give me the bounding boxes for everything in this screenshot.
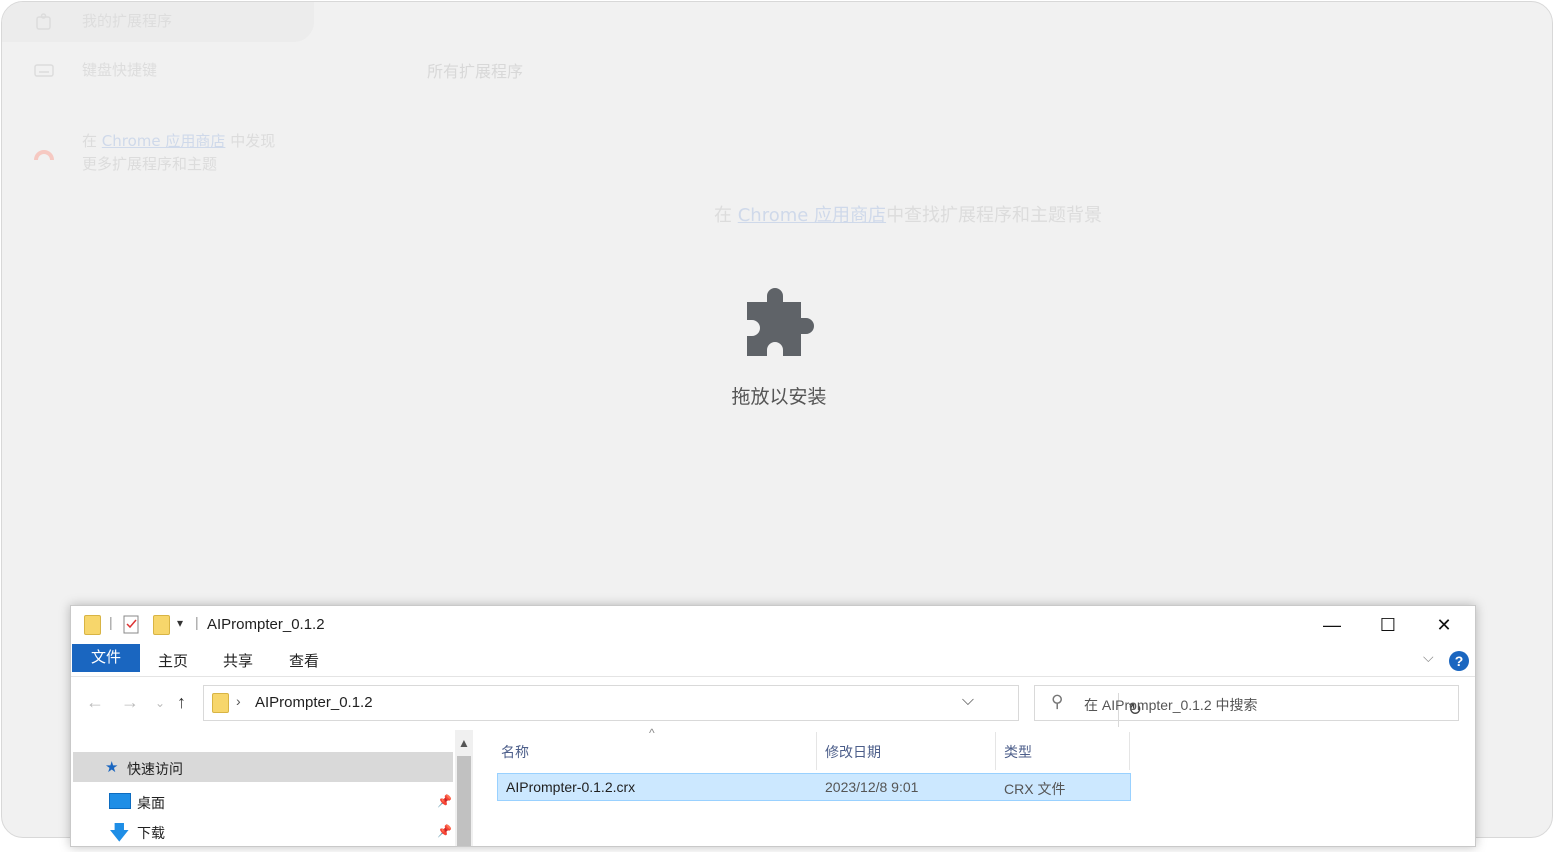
section-title: 所有扩展程序 — [427, 62, 524, 81]
pin-icon[interactable]: 📌 — [437, 794, 452, 808]
close-button[interactable]: ✕ — [1422, 610, 1466, 640]
tab-share[interactable]: 共享 — [223, 650, 253, 671]
search-placeholder: 在 AIPrompter_0.1.2 中搜索 — [1084, 697, 1258, 713]
window-title: AIPrompter_0.1.2 — [207, 616, 325, 633]
column-header-type[interactable]: 类型 — [1004, 742, 1032, 762]
properties-icon[interactable] — [123, 614, 140, 639]
find-suffix: 中查找扩展程序和主题背景 — [886, 205, 1103, 226]
file-type: CRX 文件 — [1004, 781, 1066, 797]
address-path: AIPrompter_0.1.2 — [255, 694, 373, 711]
scroll-thumb[interactable] — [457, 756, 471, 846]
star-icon: ★ — [105, 759, 119, 776]
keyboard-icon — [34, 62, 54, 78]
webstore-find-link[interactable]: Chrome 应用商店 — [738, 205, 886, 226]
nav-item-label: 桌面 — [137, 795, 165, 811]
expand-ribbon-icon[interactable]: ⌵ — [1423, 649, 1434, 666]
file-explorer-window: | ▾ | AIPrompter_0.1.2 — ☐ ✕ 文件 主页 共享 查看… — [70, 605, 1476, 847]
nav-item-downloads[interactable]: 🡇 下载 📌 — [71, 818, 452, 844]
webstore-link[interactable]: Chrome 应用商店 — [102, 132, 226, 150]
file-modified: 2023/12/8 9:01 — [825, 779, 919, 795]
tab-file[interactable]: 文件 — [72, 644, 140, 672]
recent-locations-icon[interactable]: ⌄ — [155, 696, 165, 710]
sidebar-item-label: 我的扩展程序 — [82, 12, 173, 30]
address-bar[interactable]: › AIPrompter_0.1.2 ⌵ ↻ — [203, 685, 1142, 727]
tab-home[interactable]: 主页 — [158, 650, 188, 671]
explorer-titlebar: | ▾ | AIPrompter_0.1.2 — ☐ ✕ — [71, 606, 1475, 644]
file-name: AIPrompter-0.1.2.crx — [506, 779, 636, 795]
download-icon: 🡇 — [109, 822, 130, 844]
column-divider[interactable] — [816, 732, 817, 770]
scroll-up-icon[interactable]: ▲ — [458, 736, 470, 750]
webstore-promo: 在 Chrome 应用商店 中发现 更多扩展程序和主题 — [82, 130, 275, 176]
sidebar-item-keyboard-shortcuts[interactable]: 键盘快捷键 — [34, 59, 157, 80]
sidebar-item-label: 键盘快捷键 — [82, 61, 158, 79]
promo-line2: 更多扩展程序和主题 — [82, 155, 218, 173]
column-header-name[interactable]: 名称 — [501, 742, 529, 762]
sort-ascending-icon: ^ — [649, 726, 655, 740]
find-extensions-text: 在 Chrome 应用商店中查找扩展程序和主题背景 — [714, 201, 1102, 227]
pin-icon[interactable]: 📌 — [437, 824, 452, 838]
promo-prefix: 在 — [82, 132, 98, 150]
webstore-icon — [34, 146, 54, 161]
minimize-button[interactable]: — — [1310, 610, 1354, 640]
nav-scrollbar[interactable]: ▲ — [455, 730, 473, 846]
up-arrow-icon[interactable]: ↑ — [177, 692, 186, 713]
folder-icon — [212, 693, 229, 713]
chevron-right-icon: › — [236, 693, 241, 709]
tab-view[interactable]: 查看 — [289, 650, 319, 671]
search-icon: ⚲ — [1051, 692, 1064, 711]
ribbon: 文件 主页 共享 查看 ⌵ ? — [71, 644, 1475, 677]
sidebar-item-my-extensions[interactable]: 我的扩展程序 — [34, 10, 172, 31]
nav-item-label: 下载 — [137, 825, 165, 841]
column-divider[interactable] — [1129, 732, 1130, 770]
address-dropdown-icon[interactable]: ⌵ — [962, 692, 974, 710]
column-header-modified[interactable]: 修改日期 — [825, 742, 881, 762]
help-icon[interactable]: ? — [1449, 651, 1469, 671]
file-list: ^ 名称 修改日期 类型 AIPrompter-0.1.2.crx 2023/1… — [473, 726, 1475, 846]
qa-separator-icon: | — [195, 614, 199, 630]
find-prefix: 在 — [714, 205, 732, 226]
navigation-bar: ← → ⌄ ↑ › AIPrompter_0.1.2 ⌵ ↻ ⚲ 在 AIPro… — [71, 678, 1475, 728]
maximize-button[interactable]: ☐ — [1366, 610, 1410, 640]
nav-item-label: 快速访问 — [127, 761, 183, 777]
navigation-pane: ★ 快速访问 桌面 📌 🡇 下载 📌 — [71, 730, 455, 846]
back-arrow-icon[interactable]: ← — [86, 692, 104, 713]
table-row[interactable]: AIPrompter-0.1.2.crx 2023/12/8 9:01 CRX … — [497, 773, 1131, 801]
drop-to-install-label: 拖放以安装 — [731, 386, 827, 408]
column-divider[interactable] — [995, 732, 996, 770]
puzzle-piece-icon — [747, 288, 814, 356]
search-input[interactable]: ⚲ 在 AIPrompter_0.1.2 中搜索 — [1034, 685, 1459, 721]
quick-access-item[interactable]: ★ 快速访问 — [73, 752, 453, 782]
qa-dropdown-icon[interactable]: ▾ — [177, 616, 183, 630]
folder-icon — [84, 615, 101, 635]
new-folder-icon[interactable] — [153, 615, 170, 635]
extension-icon — [34, 12, 54, 30]
desktop-icon — [109, 793, 131, 809]
nav-item-desktop[interactable]: 桌面 📌 — [71, 788, 452, 814]
promo-suffix: 中发现 — [230, 132, 276, 150]
qa-separator-icon: | — [109, 614, 113, 630]
forward-arrow-icon[interactable]: → — [121, 692, 139, 713]
